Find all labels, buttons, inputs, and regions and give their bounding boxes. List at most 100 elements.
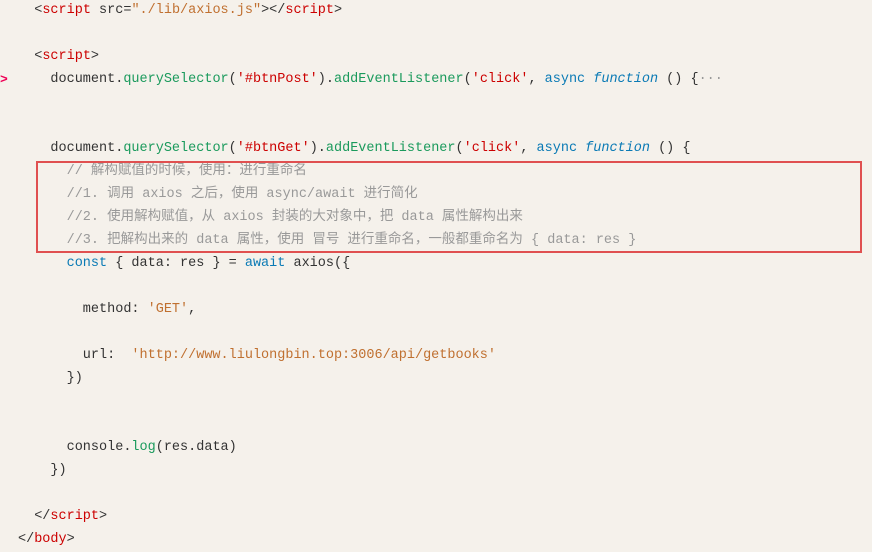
token: (	[229, 141, 237, 156]
token: (	[229, 72, 237, 87]
code-line: document.querySelector('#btnGet').addEve…	[0, 138, 872, 161]
token: // 解构赋值的时候，使用：进行重命名	[18, 164, 307, 179]
token: async	[545, 72, 594, 87]
token: script	[42, 3, 91, 18]
line-text: // 解构赋值的时候，使用：进行重命名	[18, 161, 872, 184]
token: >	[334, 3, 342, 18]
line-text	[18, 115, 872, 138]
token: >	[67, 532, 75, 547]
token: <	[18, 3, 42, 18]
token: addEventListener	[334, 72, 464, 87]
code-line: url: 'http://www.liulongbin.top:3006/api…	[0, 345, 872, 368]
token: >	[91, 49, 99, 64]
token: script	[42, 49, 91, 64]
token: 'GET'	[148, 302, 189, 317]
code-line	[0, 276, 872, 299]
token: </	[18, 509, 50, 524]
line-text	[18, 391, 872, 414]
token: () {	[650, 141, 691, 156]
token: </	[18, 532, 34, 547]
token	[18, 256, 67, 271]
token: <	[18, 49, 42, 64]
line-text: method: 'GET',	[18, 299, 872, 322]
code-line	[0, 391, 872, 414]
code-wrapper: <script src="./lib/axios.js"></script> <…	[0, 0, 872, 552]
code-line: </script>	[0, 506, 872, 529]
line-text: //3. 把解构出来的 data 属性，使用 冒号 进行重命名，一般都重命名为 …	[18, 230, 872, 253]
line-text: </body>	[18, 529, 872, 552]
token: script	[50, 509, 99, 524]
token: >	[99, 509, 107, 524]
line-text: <script>	[18, 46, 872, 69]
token: { data: res } =	[107, 256, 245, 271]
line-text	[18, 23, 872, 46]
code-line: > document.querySelector('#btnPost').add…	[0, 69, 872, 92]
token: ,	[520, 141, 536, 156]
token: 'click'	[464, 141, 521, 156]
line-text: const { data: res } = await axios({	[18, 253, 872, 276]
line-text: //2. 使用解构赋值，从 axios 封装的大对象中，把 data 属性解构出…	[18, 207, 872, 230]
line-text	[18, 276, 872, 299]
token: addEventListener	[326, 141, 456, 156]
line-text	[18, 414, 872, 437]
token: ).	[318, 72, 334, 87]
token: ,	[528, 72, 544, 87]
token: const	[67, 256, 108, 271]
token: function	[585, 141, 650, 156]
token: function	[593, 72, 658, 87]
token: ).	[310, 141, 326, 156]
token: querySelector	[123, 72, 228, 87]
line-text	[18, 92, 872, 115]
token: 'click'	[472, 72, 529, 87]
line-text: document.querySelector('#btnPost').addEv…	[18, 69, 872, 92]
code-line: console.log(res.data)	[0, 437, 872, 460]
token: ,	[188, 302, 196, 317]
token: console.	[18, 440, 131, 455]
code-line: //1. 调用 axios 之后，使用 async/await 进行简化	[0, 184, 872, 207]
code-line: </body>	[0, 529, 872, 552]
token: "./lib/axios.js"	[131, 3, 261, 18]
token: '#btnGet'	[237, 141, 310, 156]
code-line	[0, 414, 872, 437]
token: src=	[91, 3, 132, 18]
line-text: console.log(res.data)	[18, 437, 872, 460]
token: url:	[18, 348, 131, 363]
code-line: method: 'GET',	[0, 299, 872, 322]
code-line: //3. 把解构出来的 data 属性，使用 冒号 进行重命名，一般都重命名为 …	[0, 230, 872, 253]
code-line	[0, 115, 872, 138]
code-editor: <script src="./lib/axios.js"></script> <…	[0, 0, 872, 552]
token: //2. 使用解构赋值，从 axios 封装的大对象中，把 data 属性解构出…	[18, 210, 523, 225]
token: (	[456, 141, 464, 156]
code-line: // 解构赋值的时候，使用：进行重命名	[0, 161, 872, 184]
line-text	[18, 322, 872, 345]
token: ···	[699, 72, 723, 87]
token: () {	[658, 72, 699, 87]
token: })	[18, 463, 67, 478]
code-line	[0, 92, 872, 115]
token: await	[245, 256, 286, 271]
token: document.	[18, 141, 123, 156]
line-text: </script>	[18, 506, 872, 529]
token: log	[131, 440, 155, 455]
token: body	[34, 532, 66, 547]
token: (res.data)	[156, 440, 237, 455]
code-line: })	[0, 368, 872, 391]
token: //1. 调用 axios 之后，使用 async/await 进行简化	[18, 187, 418, 202]
code-line: })	[0, 460, 872, 483]
token: //3. 把解构出来的 data 属性，使用 冒号 进行重命名，一般都重命名为 …	[18, 233, 636, 248]
line-text: <script src="./lib/axios.js"></script>	[18, 0, 872, 23]
line-text: //1. 调用 axios 之后，使用 async/await 进行简化	[18, 184, 872, 207]
line-text: })	[18, 368, 872, 391]
line-text: url: 'http://www.liulongbin.top:3006/api…	[18, 345, 872, 368]
code-line	[0, 23, 872, 46]
code-line: const { data: res } = await axios({	[0, 253, 872, 276]
token: ></	[261, 3, 285, 18]
line-text: })	[18, 460, 872, 483]
code-line	[0, 483, 872, 506]
token: method:	[18, 302, 148, 317]
token: (	[464, 72, 472, 87]
code-line: <script src="./lib/axios.js"></script>	[0, 0, 872, 23]
line-text	[18, 483, 872, 506]
token: axios({	[285, 256, 350, 271]
code-line	[0, 322, 872, 345]
